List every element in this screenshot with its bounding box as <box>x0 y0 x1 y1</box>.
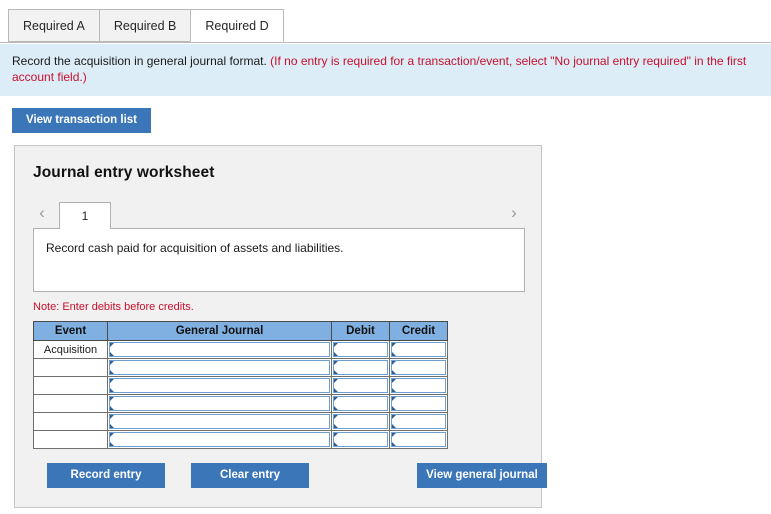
table-header-row: Event General Journal Debit Credit <box>33 321 448 341</box>
journal-account-input[interactable] <box>109 432 330 447</box>
column-header-event: Event <box>33 321 108 341</box>
debits-before-credits-note: Note: Enter debits before credits. <box>33 301 194 313</box>
tab-required-d[interactable]: Required D <box>190 9 284 42</box>
table-row <box>33 358 448 377</box>
journal-account-cell[interactable] <box>107 340 332 359</box>
journal-account-cell[interactable] <box>107 376 332 395</box>
credit-input[interactable] <box>391 432 446 447</box>
debit-cell[interactable] <box>331 412 390 431</box>
debit-cell[interactable] <box>331 394 390 413</box>
debit-input[interactable] <box>333 378 388 393</box>
column-header-credit: Credit <box>389 321 448 341</box>
credit-cell[interactable] <box>389 358 448 377</box>
credit-cell[interactable] <box>389 430 448 449</box>
chevron-right-icon[interactable]: › <box>505 200 523 226</box>
credit-cell[interactable] <box>389 340 448 359</box>
table-row <box>33 430 448 449</box>
toolbar: View transaction list <box>0 96 771 133</box>
tab-required-a[interactable]: Required A <box>8 9 100 42</box>
table-row <box>33 376 448 395</box>
event-cell <box>33 358 108 377</box>
debit-input[interactable] <box>333 360 388 375</box>
journal-account-input[interactable] <box>109 378 330 393</box>
journal-account-cell[interactable] <box>107 430 332 449</box>
credit-input[interactable] <box>391 396 446 411</box>
journal-account-cell[interactable] <box>107 412 332 431</box>
debit-cell[interactable] <box>331 430 390 449</box>
journal-entry-table: Event General Journal Debit Credit Acqui… <box>33 321 448 449</box>
worksheet-pager: ‹ 1 › <box>33 200 525 229</box>
instruction-banner: Record the acquisition in general journa… <box>0 43 771 96</box>
credit-input[interactable] <box>391 378 446 393</box>
column-header-general-journal: General Journal <box>107 321 332 341</box>
table-row: Acquisition <box>33 340 448 359</box>
debit-input[interactable] <box>333 432 388 447</box>
journal-account-input[interactable] <box>109 342 330 357</box>
journal-account-input[interactable] <box>109 414 330 429</box>
column-header-debit: Debit <box>331 321 390 341</box>
tab-required-b[interactable]: Required B <box>98 9 192 42</box>
journal-account-input[interactable] <box>109 396 330 411</box>
credit-cell[interactable] <box>389 376 448 395</box>
table-row <box>33 412 448 431</box>
view-general-journal-button[interactable]: View general journal <box>417 463 547 488</box>
debit-input[interactable] <box>333 342 388 357</box>
table-row <box>33 394 448 413</box>
credit-input[interactable] <box>391 360 446 375</box>
credit-cell[interactable] <box>389 394 448 413</box>
event-cell <box>33 430 108 449</box>
worksheet-footer: Record entry Clear entry View general jo… <box>33 463 547 489</box>
chevron-left-icon[interactable]: ‹ <box>33 200 51 226</box>
event-cell: Acquisition <box>33 340 108 359</box>
credit-input[interactable] <box>391 342 446 357</box>
journal-account-input[interactable] <box>109 360 330 375</box>
credit-cell[interactable] <box>389 412 448 431</box>
worksheet-page-1-tab[interactable]: 1 <box>59 202 111 229</box>
credit-input[interactable] <box>391 414 446 429</box>
worksheet-title: Journal entry worksheet <box>33 164 215 181</box>
event-cell <box>33 376 108 395</box>
debit-input[interactable] <box>333 396 388 411</box>
record-entry-button[interactable]: Record entry <box>47 463 165 488</box>
event-cell <box>33 412 108 431</box>
tab-strip: Required A Required B Required D <box>0 0 771 43</box>
debit-cell[interactable] <box>331 340 390 359</box>
journal-entry-worksheet-panel: Journal entry worksheet ‹ 1 › Record cas… <box>14 145 547 508</box>
debit-cell[interactable] <box>331 376 390 395</box>
journal-account-cell[interactable] <box>107 358 332 377</box>
debit-input[interactable] <box>333 414 388 429</box>
transaction-description-box: Record cash paid for acquisition of asse… <box>33 228 525 292</box>
transaction-description-text: Record cash paid for acquisition of asse… <box>46 241 344 255</box>
instruction-text: Record the acquisition in general journa… <box>12 54 267 68</box>
event-cell <box>33 394 108 413</box>
journal-account-cell[interactable] <box>107 394 332 413</box>
debit-cell[interactable] <box>331 358 390 377</box>
view-transaction-list-button[interactable]: View transaction list <box>12 108 151 133</box>
clear-entry-button[interactable]: Clear entry <box>191 463 309 488</box>
